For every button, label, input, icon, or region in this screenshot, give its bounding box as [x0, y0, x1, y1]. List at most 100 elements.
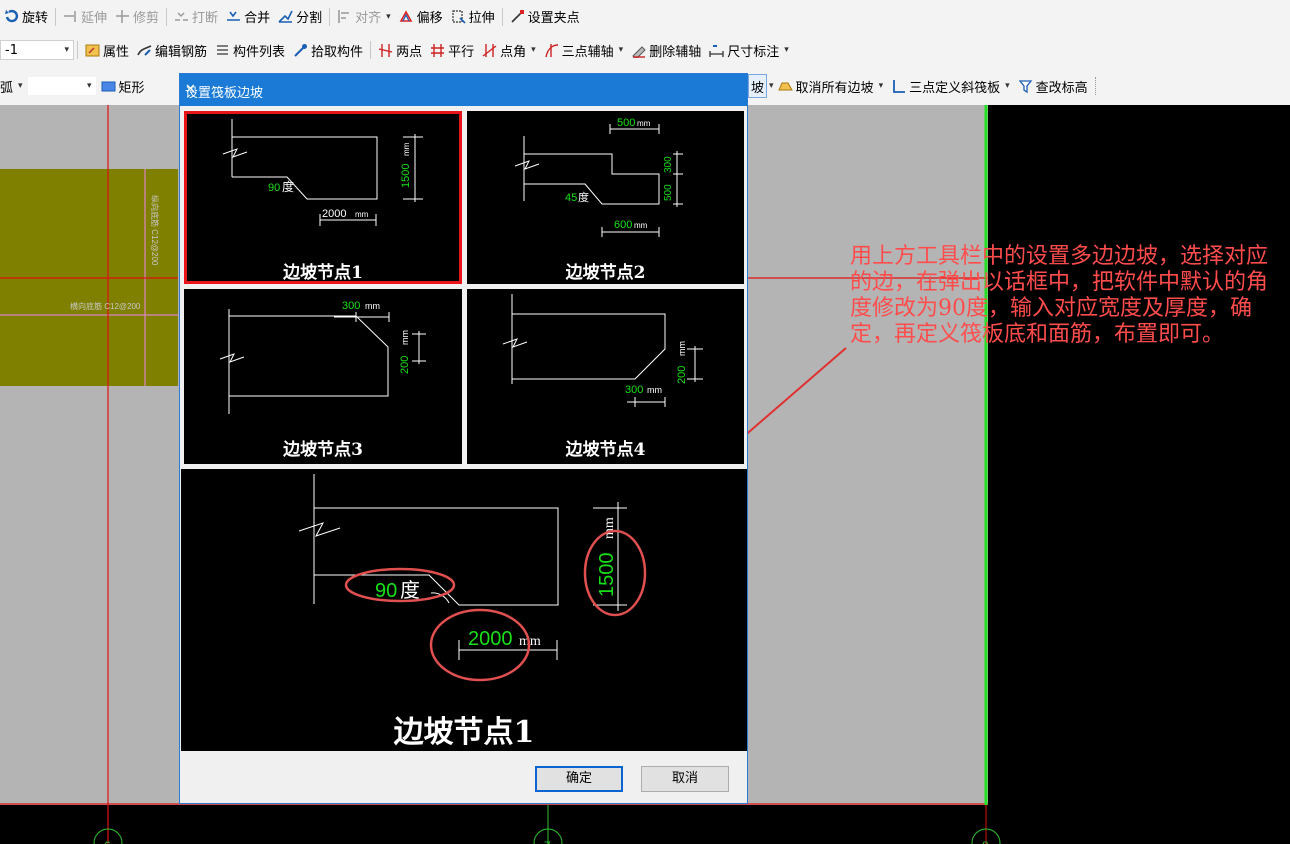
svg-text:200: 200	[676, 366, 688, 384]
trim-icon	[115, 9, 130, 24]
set-slope-dialog: 设置筏板边坡 ✕ 90 度 2000 mm 1500 mm 边坡节点1 500 …	[179, 73, 748, 804]
svg-text:度: 度	[400, 579, 420, 602]
two-point-axis-button[interactable]: 两点	[374, 38, 426, 62]
rotate-button[interactable]: 旋转	[0, 5, 52, 29]
svg-text:8: 8	[982, 839, 989, 844]
svg-text:1500: 1500	[596, 553, 618, 598]
svg-text:mm: mm	[647, 385, 662, 395]
separator	[55, 7, 57, 26]
svg-text:2000: 2000	[468, 628, 513, 650]
separator	[370, 41, 372, 59]
split-icon	[278, 9, 293, 24]
offset-icon	[399, 9, 414, 24]
parallel-axis-button[interactable]: 平行	[426, 38, 478, 62]
preview-label: 边坡节点1	[393, 715, 535, 750]
toolbar-row-1: 旋转 延伸 修剪 打断 合并 分割 对齐 ▾ 偏移 拉伸 设置夹点	[0, 0, 1290, 33]
grip-icon	[510, 9, 525, 24]
close-icon[interactable]: ✕	[185, 82, 735, 97]
arc-select[interactable]: 弧 ▾	[0, 74, 27, 98]
svg-text:45: 45	[565, 192, 577, 204]
svg-text:2000: 2000	[322, 208, 346, 220]
svg-text:1500: 1500	[400, 164, 412, 188]
set-slope-button[interactable]: 坡	[748, 74, 768, 98]
separator	[501, 7, 503, 26]
edit-elevation-button[interactable]: 查改标高	[1014, 74, 1092, 98]
edit-rebar-icon	[137, 43, 152, 58]
align-button[interactable]: 对齐 ▾	[333, 5, 395, 29]
shape-select[interactable]: ▾	[26, 76, 97, 96]
svg-text:mm: mm	[677, 341, 687, 356]
node-1-drawing: 90 度 2000 mm 1500 mm	[222, 119, 423, 226]
node-2-label: 边坡节点2	[565, 263, 646, 283]
chevron-down-icon: ▾	[784, 45, 789, 55]
offset-button[interactable]: 偏移	[395, 5, 447, 29]
chevron-down-icon: ▾	[386, 11, 391, 22]
node-4-label: 边坡节点4	[565, 440, 646, 460]
svg-text:300: 300	[625, 384, 643, 396]
slope-preview: 90 度 2000 mm 1500 mm 边坡节点1	[181, 469, 747, 751]
elevation-icon	[1018, 79, 1033, 94]
chevron-down-icon: ▾	[531, 45, 536, 55]
properties-button[interactable]: 属性	[81, 38, 133, 62]
separator	[329, 7, 331, 26]
separator	[77, 41, 78, 59]
dimension-button[interactable]: 尺寸标注 ▾	[705, 38, 793, 62]
slope-node-3[interactable]: 300 mm 200 mm 边坡节点3	[184, 289, 462, 464]
cancel-button[interactable]: 取消	[641, 766, 729, 792]
annotation-text: 用上方工具栏中的设置多边边坡，选择对应的边，在弹出以话框中，把软件中默认的角度修…	[850, 244, 1269, 347]
break-button[interactable]: 打断	[170, 5, 222, 29]
split-button[interactable]: 分割	[274, 5, 326, 29]
point-angle-icon	[482, 43, 497, 58]
layer-select[interactable]: -1 ▾	[0, 40, 74, 60]
dimension-icon	[709, 43, 724, 58]
svg-text:500: 500	[617, 117, 635, 129]
rectangle-icon	[101, 79, 116, 94]
svg-text:500: 500	[663, 184, 674, 201]
merge-button[interactable]: 合并	[222, 5, 274, 29]
rotate-icon	[4, 9, 19, 24]
svg-text:mm: mm	[365, 301, 380, 311]
chevron-down-icon: ▾	[1005, 81, 1010, 91]
parallel-icon	[430, 43, 445, 58]
extend-button[interactable]: 延伸	[59, 5, 111, 29]
svg-text:6: 6	[104, 839, 111, 844]
stretch-button[interactable]: 拉伸	[447, 5, 499, 29]
slope-node-1[interactable]: 90 度 2000 mm 1500 mm 边坡节点1	[184, 111, 462, 284]
svg-text:300: 300	[342, 300, 360, 312]
two-point-icon	[378, 43, 393, 58]
rebar-label: 横向底筋 C12@200	[70, 301, 141, 311]
grip-button[interactable]: 设置夹点	[506, 5, 584, 29]
toolbar-row-3-right: 坡 ▾ 取消所有边坡 ▾ 三点定义斜筏板 ▾ 查改标高	[748, 67, 1100, 105]
delete-axis-button[interactable]: 删除辅轴	[627, 38, 705, 62]
slope-node-4[interactable]: 300 mm 200 mm 边坡节点4	[467, 289, 744, 464]
merge-icon	[226, 9, 241, 24]
break-icon	[174, 9, 189, 24]
rectangle-button[interactable]: 矩形	[97, 74, 149, 98]
ok-button[interactable]: 确定	[535, 766, 623, 792]
cancel-all-slopes-button[interactable]: 取消所有边坡 ▾	[774, 74, 888, 98]
cancel-slope-icon	[777, 79, 793, 94]
three-point-axis-button[interactable]: 三点辅轴 ▾	[540, 38, 628, 62]
slope-node-2[interactable]: 500 mm 300 500 45 度 600 mm 边坡节点2	[467, 111, 744, 284]
svg-text:90: 90	[268, 182, 280, 194]
pick-component-button[interactable]: 拾取构件	[289, 38, 367, 62]
stretch-icon	[451, 9, 466, 24]
dialog-titlebar: 设置筏板边坡 ✕	[180, 74, 747, 106]
node-3-label: 边坡节点3	[283, 440, 363, 460]
point-angle-axis-button[interactable]: 点角 ▾	[478, 38, 540, 62]
component-list-button[interactable]: 构件列表	[211, 38, 289, 62]
toolbar-row-2: -1 ▾ 属性 编辑钢筋 构件列表 拾取构件 两点 平行 点角 ▾ 三点辅轴 ▾ 删除…	[0, 33, 1290, 67]
edit-rebar-button[interactable]: 编辑钢筋	[133, 38, 211, 62]
chevron-down-icon: ▾	[18, 81, 23, 91]
svg-text:200: 200	[399, 356, 411, 374]
svg-text:mm: mm	[400, 330, 410, 345]
svg-text:600: 600	[614, 219, 632, 231]
trim-button[interactable]: 修剪	[111, 5, 163, 29]
extend-icon	[63, 9, 78, 24]
list-icon	[215, 43, 230, 58]
separator	[1094, 77, 1097, 95]
three-point-slab-button[interactable]: 三点定义斜筏板 ▾	[887, 74, 1014, 98]
svg-text:mm: mm	[402, 142, 411, 156]
svg-text:度: 度	[282, 179, 294, 194]
rebar-label: 纵向底筋 C12@200	[150, 195, 160, 266]
